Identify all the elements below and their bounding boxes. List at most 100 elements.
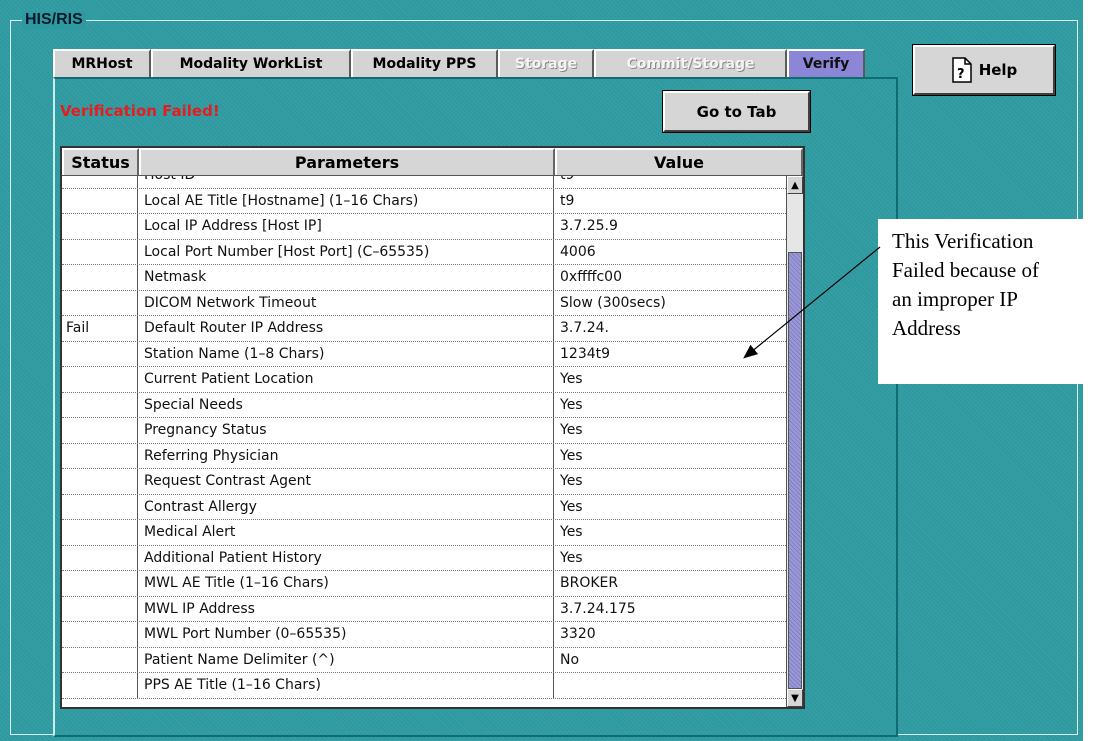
table-header: Status Parameters Value [62,148,803,176]
tab-modality-pps[interactable]: Modality PPS [351,49,498,77]
table-row-partial[interactable]: Host ID t9 [62,176,786,189]
parameter-cell: MWL AE Title (1–16 Chars) [138,571,554,596]
status-cell [62,571,138,596]
parameter-cell: Patient Name Delimiter (^) [138,647,554,672]
scrollbar-thumb[interactable] [788,252,802,689]
parameter-cell: MWL Port Number (0–65535) [138,622,554,647]
tab-mrhost[interactable]: MRHost [53,49,151,77]
status-cell [62,214,138,239]
value-cell: No [560,651,580,668]
value-cell: Yes [560,524,583,541]
status-cell [62,265,138,290]
status-cell [62,443,138,468]
parameter-cell: Pregnancy Status [138,418,554,443]
value-cell: Slow (300secs) [560,294,666,311]
table-row[interactable]: Medical Alert Yes [62,520,786,546]
tab-commit-storage[interactable]: Commit/Storage [594,49,787,77]
value-cell: 3.7.24.175 [560,600,636,617]
tab-modality-worklist[interactable]: Modality WorkList [151,49,351,77]
verification-table: Status Parameters Value Host ID t9 Local… [60,146,805,709]
parameter-cell: Current Patient Location [138,367,554,392]
table-row[interactable]: Current Patient Location Yes [62,367,786,393]
table-row[interactable]: Special Needs Yes [62,392,786,418]
parameter-cell: Medical Alert [138,520,554,545]
table-body[interactable]: Host ID t9 Local AE Title [Hostname] (1–… [62,176,786,707]
callout-line: Failed because of [892,258,1039,282]
table-scrollbar[interactable]: ▲ ▼ [786,176,803,707]
table-row[interactable]: Patient Name Delimiter (^) No [62,647,786,673]
parameter-cell: Netmask [138,265,554,290]
table-row[interactable]: Contrast Allergy Yes [62,494,786,520]
status-cell [62,647,138,672]
table-row[interactable]: PPS AE Title (1–16 Chars) [62,673,786,699]
table-row[interactable]: Local AE Title [Hostname] (1–16 Chars) t9 [62,188,786,214]
table-row[interactable]: Fail Default Router IP Address 3.7.24. [62,316,786,342]
value-cell: Yes [560,473,583,490]
help-label: Help [978,61,1018,79]
column-header-value: Value [555,148,803,175]
help-document-icon: ? [951,57,973,83]
value-cell: 3.7.24. [560,320,609,337]
status-cell [62,239,138,264]
table-row[interactable]: MWL AE Title (1–16 Chars) BROKER [62,571,786,597]
help-button[interactable]: ? Help [912,44,1056,96]
table-row[interactable]: Local Port Number [Host Port] (C–65535) 4… [62,239,786,265]
status-cell [62,418,138,443]
callout-line: This Verification [892,229,1034,253]
value-cell: 3.7.25.9 [560,218,618,235]
column-header-status: Status [62,148,139,175]
status-cell [62,392,138,417]
status-cell: Fail [62,316,138,341]
table-row[interactable]: MWL Port Number (0–65535) 3320 [62,622,786,648]
table-row[interactable]: MWL IP Address 3.7.24.175 [62,596,786,622]
status-cell [62,367,138,392]
parameter-cell: Local Port Number [Host Port] (C–65535) [138,239,554,264]
tab-verify[interactable]: Verify [787,49,865,77]
status-cell [62,596,138,621]
table-row[interactable]: Local IP Address [Host IP] 3.7.25.9 [62,214,786,240]
status-cell [62,494,138,519]
value-cell: 1234t9 [560,345,611,362]
value-cell: 3320 [560,626,596,643]
parameter-cell: Referring Physician [138,443,554,468]
value-cell: BROKER [560,575,619,592]
parameter-cell: PPS AE Title (1–16 Chars) [138,673,554,698]
verification-status-message: Verification Failed! [60,102,220,120]
table-row[interactable]: Station Name (1–8 Chars) 1234t9 [62,341,786,367]
value-cell: Yes [560,498,583,515]
table-row[interactable]: Pregnancy Status Yes [62,418,786,444]
parameter-cell: Request Contrast Agent [138,469,554,494]
scroll-down-arrow-icon[interactable]: ▼ [787,689,803,707]
scroll-up-arrow-icon[interactable]: ▲ [787,176,803,194]
parameter-cell: Additional Patient History [138,545,554,570]
parameter-cell: Local AE Title [Hostname] (1–16 Chars) [138,188,554,213]
status-cell [62,176,138,188]
parameter-cell: Special Needs [138,392,554,417]
status-cell [62,545,138,570]
value-cell [554,673,786,698]
parameter-cell: Default Router IP Address [138,316,554,341]
tab-storage[interactable]: Storage [498,49,594,77]
panel-title: HIS/RIS [22,11,86,29]
status-cell [62,469,138,494]
status-cell [62,188,138,213]
table-row[interactable]: Referring Physician Yes [62,443,786,469]
value-cell: Yes [560,371,583,388]
status-cell [62,341,138,366]
value-cell: 0xffffc00 [560,269,622,286]
parameter-cell: Station Name (1–8 Chars) [138,341,554,366]
status-cell [62,290,138,315]
status-cell [62,673,138,698]
parameter-cell: DICOM Network Timeout [138,290,554,315]
value-cell: Yes [560,396,583,413]
go-to-tab-label: Go to Tab [696,102,777,121]
svg-text:?: ? [957,67,965,82]
callout-line: an improper IP [892,287,1018,311]
table-row[interactable]: DICOM Network Timeout Slow (300secs) [62,290,786,316]
table-row[interactable]: Netmask 0xffffc00 [62,265,786,291]
column-header-parameters: Parameters [139,148,555,175]
status-cell [62,520,138,545]
table-row[interactable]: Request Contrast Agent Yes [62,469,786,495]
go-to-tab-button[interactable]: Go to Tab [662,90,811,133]
table-row[interactable]: Additional Patient History Yes [62,545,786,571]
